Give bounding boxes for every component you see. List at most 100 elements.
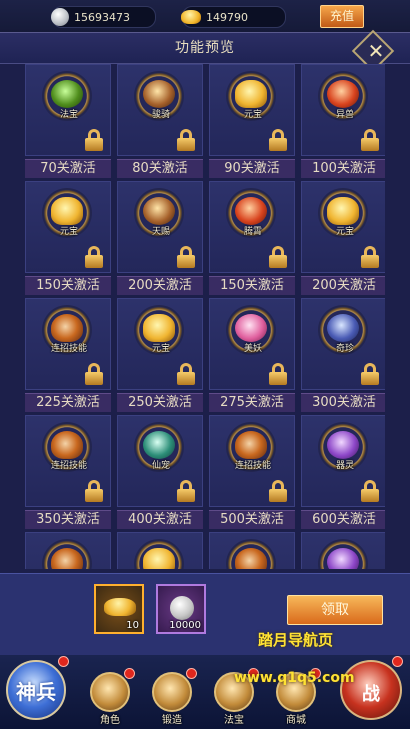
lock-icon — [269, 129, 287, 151]
feature-name: 连招技能 — [234, 461, 271, 471]
feature-icon — [327, 548, 359, 569]
unlock-requirement: 100关激活 — [301, 159, 385, 178]
feature-name: 连招技能 — [50, 344, 87, 354]
feature-name: 元宝 — [59, 227, 78, 237]
feature-icon — [51, 197, 83, 225]
claim-button[interactable]: 领取 — [287, 595, 383, 625]
feature-icon — [51, 431, 83, 459]
recharge-button[interactable]: 充值 — [320, 5, 364, 28]
feature-card[interactable]: 骏骑 — [117, 64, 203, 156]
feature-icon — [235, 80, 267, 108]
feature-cell[interactable]: 元宝 200关激活 — [301, 181, 385, 295]
silver-coins-icon — [170, 596, 194, 620]
feature-card[interactable]: 美妖 — [209, 298, 295, 390]
feature-card[interactable]: 器灵 — [301, 415, 385, 507]
feature-card[interactable]: 连招技能 — [25, 415, 111, 507]
feature-cell[interactable]: 仙宠 400关激活 — [117, 415, 203, 529]
feature-icon-frame — [226, 539, 276, 569]
feature-cell[interactable]: 元宝 90关激活 — [209, 64, 295, 178]
unlock-requirement: 150关激活 — [209, 276, 295, 295]
feature-cell[interactable] — [301, 532, 385, 569]
reward-item-gold-ingot[interactable]: 10 — [94, 584, 144, 634]
feature-cell[interactable]: 奇珍 300关激活 — [301, 298, 385, 412]
feature-card[interactable]: 元宝 — [209, 64, 295, 156]
feature-cell[interactable] — [25, 532, 111, 569]
unlock-requirement: 80关激活 — [117, 159, 203, 178]
reward-item-silver-coins[interactable]: 10000 — [156, 584, 206, 634]
feature-grid-scroll[interactable]: 法宝 70关激活 骏骑 80关激活 元宝 90关激活 异兽 100关激活 元宝 150关激活 天赐 2… — [25, 64, 385, 569]
feature-card[interactable] — [301, 532, 385, 569]
feature-cell[interactable]: 法宝 70关激活 — [25, 64, 111, 178]
lock-icon — [269, 363, 287, 385]
feature-cell[interactable]: 骏骑 80关激活 — [117, 64, 203, 178]
feature-card[interactable]: 连招技能 — [25, 298, 111, 390]
feature-icon — [327, 80, 359, 108]
god-weapon-button[interactable]: 神兵 — [6, 660, 66, 720]
feature-name: 仙宠 — [151, 461, 170, 471]
feature-icon — [143, 431, 175, 459]
unlock-text: 600关激活 — [312, 512, 376, 527]
gold-ingot-icon — [181, 10, 201, 24]
feature-cell[interactable] — [209, 532, 295, 569]
lock-icon — [177, 129, 195, 151]
feature-card[interactable]: 腾霄 — [209, 181, 295, 273]
feature-card[interactable]: 仙宠 — [117, 415, 203, 507]
unlock-text: 500关激活 — [220, 512, 284, 527]
feature-cell[interactable]: 腾霄 150关激活 — [209, 181, 295, 295]
feature-card[interactable] — [25, 532, 111, 569]
unlock-text: 100关激活 — [312, 161, 376, 176]
unlock-text: 150关激活 — [36, 278, 100, 293]
lock-icon — [85, 363, 103, 385]
feature-card[interactable] — [209, 532, 295, 569]
feature-icon — [143, 197, 175, 225]
lock-icon — [85, 480, 103, 502]
feature-card[interactable]: 连招技能 — [209, 415, 295, 507]
feature-cell[interactable]: 美妖 275关激活 — [209, 298, 295, 412]
feature-cell[interactable]: 元宝 150关激活 — [25, 181, 111, 295]
feature-name: 天赐 — [151, 227, 170, 237]
lock-icon — [177, 246, 195, 268]
lock-icon — [85, 129, 103, 151]
nav-shop-label: 商城 — [286, 715, 306, 726]
nav-role-button[interactable] — [90, 672, 130, 712]
feature-cell[interactable]: 器灵 600关激活 — [301, 415, 385, 529]
silver-amount: 15693473 — [74, 10, 130, 24]
feature-cell[interactable]: 连招技能 350关激活 — [25, 415, 111, 529]
feature-card[interactable]: 天赐 — [117, 181, 203, 273]
lock-icon — [269, 480, 287, 502]
god-weapon-label: 神兵 — [16, 680, 56, 704]
feature-card[interactable]: 奇珍 — [301, 298, 385, 390]
unlock-text: 200关激活 — [312, 278, 376, 293]
close-icon[interactable]: ✕ — [364, 38, 388, 64]
feature-preview-panel: 功能预览 ✕ 法宝 70关激活 骏骑 80关激活 元宝 90关激活 异兽 100关激活 元宝 15… — [0, 29, 410, 573]
battle-button[interactable]: 战 — [340, 660, 402, 720]
unlock-requirement: 300关激活 — [301, 393, 385, 412]
feature-card[interactable]: 元宝 — [25, 181, 111, 273]
reward-bar: 10 10000 领取 — [0, 573, 410, 656]
top-bar: 15693473 149790 充值 — [0, 0, 410, 32]
lock-icon — [361, 129, 379, 151]
feature-card[interactable] — [117, 532, 203, 569]
lock-icon — [85, 246, 103, 268]
feature-card[interactable]: 元宝 — [117, 298, 203, 390]
feature-cell[interactable] — [117, 532, 203, 569]
lock-icon — [177, 480, 195, 502]
feature-card[interactable]: 异兽 — [301, 64, 385, 156]
gold-currency: 149790 — [181, 6, 286, 28]
feature-cell[interactable]: 异兽 100关激活 — [301, 64, 385, 178]
feature-name: 美妖 — [243, 344, 262, 354]
notification-dot — [58, 656, 69, 667]
unlock-requirement: 200关激活 — [117, 276, 203, 295]
feature-cell[interactable]: 天赐 200关激活 — [117, 181, 203, 295]
feature-cell[interactable]: 连招技能 225关激活 — [25, 298, 111, 412]
feature-cell[interactable]: 元宝 250关激活 — [117, 298, 203, 412]
unlock-requirement: 500关激活 — [209, 510, 295, 529]
nav-forge-button[interactable] — [152, 672, 192, 712]
feature-cell[interactable]: 连招技能 500关激活 — [209, 415, 295, 529]
feature-icon — [143, 314, 175, 342]
feature-card[interactable]: 法宝 — [25, 64, 111, 156]
feature-name: 腾霄 — [243, 227, 262, 237]
notification-dot — [186, 668, 197, 679]
feature-icon — [143, 80, 175, 108]
feature-card[interactable]: 元宝 — [301, 181, 385, 273]
